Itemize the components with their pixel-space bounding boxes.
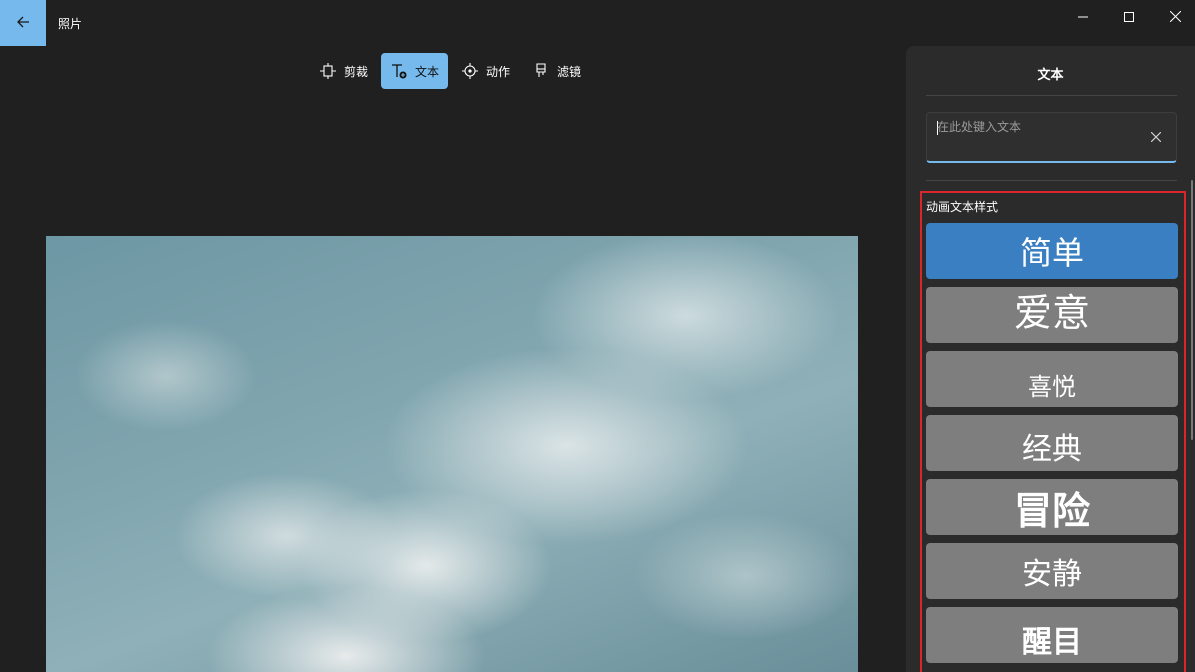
text-icon <box>390 62 408 80</box>
photo-canvas[interactable] <box>46 236 858 672</box>
maximize-icon <box>1124 7 1134 26</box>
app-title: 照片 <box>58 17 83 31</box>
style-label: 喜悦 <box>1028 372 1076 401</box>
animated-styles-heading: 动画文本样式 <box>926 200 999 214</box>
tool-crop[interactable]: 剪裁 <box>310 53 377 89</box>
crop-icon <box>319 62 337 80</box>
style-classic-button[interactable]: 经典 <box>926 415 1178 471</box>
style-label: 简单 <box>1019 234 1084 272</box>
tool-text[interactable]: 文本 <box>381 53 449 89</box>
motion-icon <box>461 62 479 80</box>
style-label: 冒险 <box>1013 488 1090 533</box>
style-love-button[interactable]: 爱意 <box>926 287 1178 343</box>
close-icon <box>1169 7 1181 26</box>
minimize-icon <box>1078 7 1088 26</box>
clear-text-button[interactable] <box>1148 129 1164 145</box>
text-input-box[interactable] <box>926 112 1177 163</box>
panel-divider-2 <box>926 180 1177 181</box>
style-adventure-button[interactable]: 冒险 <box>926 479 1178 535</box>
style-quiet-button[interactable]: 安静 <box>926 543 1178 599</box>
style-label: 经典 <box>1022 432 1082 467</box>
minimize-button[interactable] <box>1060 0 1106 32</box>
clear-icon <box>1151 132 1161 142</box>
tool-crop-label: 剪裁 <box>344 64 369 79</box>
tool-motion[interactable]: 动作 <box>452 53 519 89</box>
close-button[interactable] <box>1152 0 1195 32</box>
style-label: 醒目 <box>1022 625 1082 660</box>
panel-scrollbar[interactable] <box>1191 180 1193 440</box>
style-label: 安静 <box>1022 557 1082 592</box>
maximize-button[interactable] <box>1106 0 1152 32</box>
filter-icon <box>532 62 550 80</box>
tool-motion-label: 动作 <box>486 64 511 79</box>
tool-filter[interactable]: 滤镜 <box>523 53 590 89</box>
style-bold-button[interactable]: 醒目 <box>926 607 1178 663</box>
edit-toolbar: 剪裁 文本 动作 滤镜 <box>310 53 590 89</box>
tool-text-label: 文本 <box>415 64 440 79</box>
back-button[interactable] <box>0 0 46 46</box>
panel-title: 文本 <box>1037 68 1064 83</box>
style-label: 爱意 <box>1013 290 1090 335</box>
text-input[interactable] <box>937 119 1137 135</box>
panel-divider <box>926 95 1177 96</box>
arrow-left-icon <box>16 14 30 33</box>
tool-filter-label: 滤镜 <box>557 64 582 79</box>
style-simple-button[interactable]: 简单 <box>926 223 1178 279</box>
style-joy-button[interactable]: 喜悦 <box>926 351 1178 407</box>
animated-styles-list: 简单 爱意 喜悦 经典 冒险 安静 醒目 <box>926 223 1178 671</box>
